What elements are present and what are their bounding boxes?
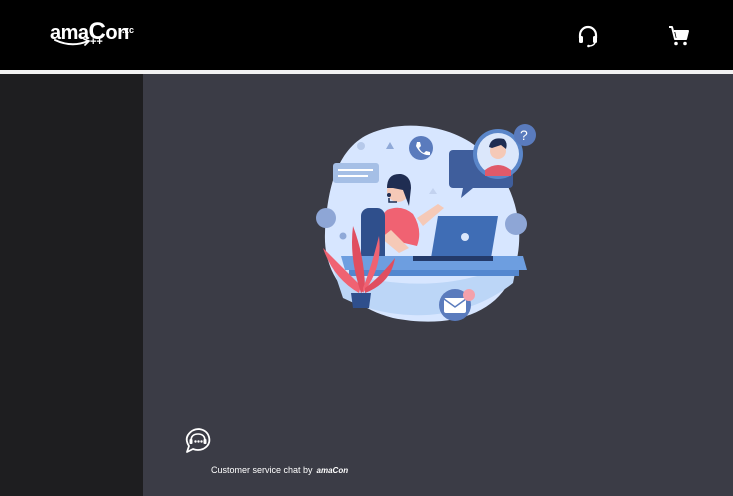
customer-support-illustration: ? [316, 124, 536, 322]
sidebar-panel [0, 74, 143, 496]
footer-brand-logo: amaCon [316, 466, 349, 475]
cart-icon[interactable] [667, 24, 691, 48]
logo-plus: ++ [90, 36, 103, 48]
chat-bubble-icon[interactable] [183, 426, 213, 456]
customer-service-footer: Customer service chat by amaCon [211, 465, 348, 475]
amacon-logo[interactable]: amaCon .zc ++ [50, 18, 140, 52]
top-navigation-bar: amaCon .zc ++ [0, 0, 733, 70]
svg-text:?: ? [520, 127, 528, 143]
headset-icon[interactable] [576, 24, 600, 48]
logo-tld: .zc [122, 25, 135, 35]
footer-label: Customer service chat by [211, 465, 313, 475]
main-content-area: ? Customer service chat by amaCon [143, 74, 733, 496]
